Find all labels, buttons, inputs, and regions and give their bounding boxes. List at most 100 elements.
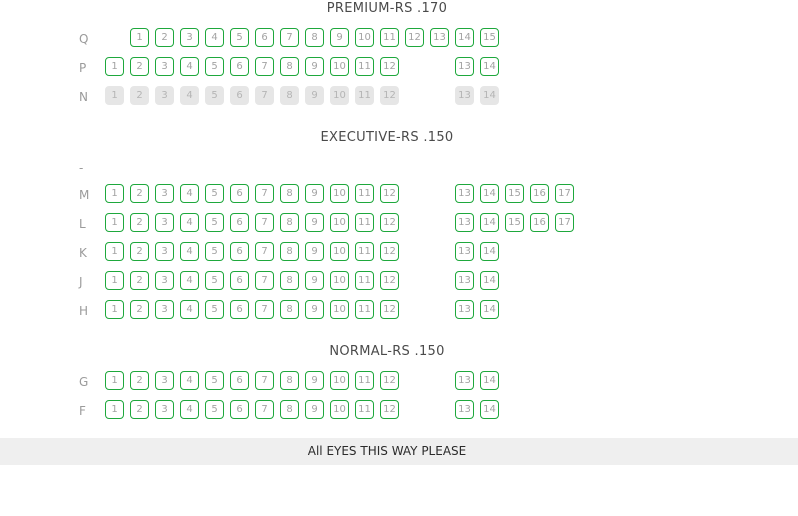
seat-p-7[interactable]: 7 <box>255 57 274 76</box>
seat-j-7[interactable]: 7 <box>255 271 274 290</box>
seat-l-13[interactable]: 13 <box>455 213 474 232</box>
seat-p-5[interactable]: 5 <box>205 57 224 76</box>
seat-h-13[interactable]: 13 <box>455 300 474 319</box>
seat-f-3[interactable]: 3 <box>155 400 174 419</box>
seat-q-5[interactable]: 5 <box>230 28 249 47</box>
seat-q-14[interactable]: 14 <box>455 28 474 47</box>
seat-k-4[interactable]: 4 <box>180 242 199 261</box>
seat-j-11[interactable]: 11 <box>355 271 374 290</box>
seat-m-17[interactable]: 17 <box>555 184 574 203</box>
seat-p-1[interactable]: 1 <box>105 57 124 76</box>
seat-f-2[interactable]: 2 <box>130 400 149 419</box>
seat-m-12[interactable]: 12 <box>380 184 399 203</box>
seat-m-2[interactable]: 2 <box>130 184 149 203</box>
seat-f-1[interactable]: 1 <box>105 400 124 419</box>
seat-j-3[interactable]: 3 <box>155 271 174 290</box>
seat-k-1[interactable]: 1 <box>105 242 124 261</box>
seat-f-14[interactable]: 14 <box>480 400 499 419</box>
seat-q-13[interactable]: 13 <box>430 28 449 47</box>
seat-l-11[interactable]: 11 <box>355 213 374 232</box>
seat-g-1[interactable]: 1 <box>105 371 124 390</box>
seat-q-6[interactable]: 6 <box>255 28 274 47</box>
seat-g-10[interactable]: 10 <box>330 371 349 390</box>
seat-g-11[interactable]: 11 <box>355 371 374 390</box>
seat-h-6[interactable]: 6 <box>230 300 249 319</box>
seat-h-10[interactable]: 10 <box>330 300 349 319</box>
seat-g-5[interactable]: 5 <box>205 371 224 390</box>
seat-k-9[interactable]: 9 <box>305 242 324 261</box>
seat-m-1[interactable]: 1 <box>105 184 124 203</box>
seat-g-9[interactable]: 9 <box>305 371 324 390</box>
seat-p-14[interactable]: 14 <box>480 57 499 76</box>
seat-k-2[interactable]: 2 <box>130 242 149 261</box>
seat-p-2[interactable]: 2 <box>130 57 149 76</box>
seat-j-9[interactable]: 9 <box>305 271 324 290</box>
seat-p-13[interactable]: 13 <box>455 57 474 76</box>
seat-g-3[interactable]: 3 <box>155 371 174 390</box>
seat-h-9[interactable]: 9 <box>305 300 324 319</box>
seat-m-9[interactable]: 9 <box>305 184 324 203</box>
seat-f-12[interactable]: 12 <box>380 400 399 419</box>
seat-k-12[interactable]: 12 <box>380 242 399 261</box>
seat-l-2[interactable]: 2 <box>130 213 149 232</box>
seat-f-5[interactable]: 5 <box>205 400 224 419</box>
seat-h-14[interactable]: 14 <box>480 300 499 319</box>
seat-f-6[interactable]: 6 <box>230 400 249 419</box>
seat-j-6[interactable]: 6 <box>230 271 249 290</box>
seat-g-7[interactable]: 7 <box>255 371 274 390</box>
seat-g-4[interactable]: 4 <box>180 371 199 390</box>
seat-h-2[interactable]: 2 <box>130 300 149 319</box>
seat-m-14[interactable]: 14 <box>480 184 499 203</box>
seat-g-12[interactable]: 12 <box>380 371 399 390</box>
seat-p-10[interactable]: 10 <box>330 57 349 76</box>
seat-q-11[interactable]: 11 <box>380 28 399 47</box>
seat-m-8[interactable]: 8 <box>280 184 299 203</box>
seat-h-11[interactable]: 11 <box>355 300 374 319</box>
seat-g-2[interactable]: 2 <box>130 371 149 390</box>
seat-l-7[interactable]: 7 <box>255 213 274 232</box>
seat-m-4[interactable]: 4 <box>180 184 199 203</box>
seat-g-13[interactable]: 13 <box>455 371 474 390</box>
seat-q-8[interactable]: 8 <box>305 28 324 47</box>
seat-m-13[interactable]: 13 <box>455 184 474 203</box>
seat-q-12[interactable]: 12 <box>405 28 424 47</box>
seat-p-3[interactable]: 3 <box>155 57 174 76</box>
seat-k-11[interactable]: 11 <box>355 242 374 261</box>
seat-l-3[interactable]: 3 <box>155 213 174 232</box>
seat-j-5[interactable]: 5 <box>205 271 224 290</box>
seat-h-3[interactable]: 3 <box>155 300 174 319</box>
seat-h-8[interactable]: 8 <box>280 300 299 319</box>
seat-k-14[interactable]: 14 <box>480 242 499 261</box>
seat-q-7[interactable]: 7 <box>280 28 299 47</box>
seat-l-10[interactable]: 10 <box>330 213 349 232</box>
seat-k-13[interactable]: 13 <box>455 242 474 261</box>
seat-j-8[interactable]: 8 <box>280 271 299 290</box>
seat-k-8[interactable]: 8 <box>280 242 299 261</box>
seat-m-15[interactable]: 15 <box>505 184 524 203</box>
seat-m-6[interactable]: 6 <box>230 184 249 203</box>
seat-k-6[interactable]: 6 <box>230 242 249 261</box>
seat-l-16[interactable]: 16 <box>530 213 549 232</box>
seat-q-15[interactable]: 15 <box>480 28 499 47</box>
seat-h-4[interactable]: 4 <box>180 300 199 319</box>
seat-m-7[interactable]: 7 <box>255 184 274 203</box>
seat-q-1[interactable]: 1 <box>130 28 149 47</box>
seat-q-2[interactable]: 2 <box>155 28 174 47</box>
seat-p-4[interactable]: 4 <box>180 57 199 76</box>
seat-l-8[interactable]: 8 <box>280 213 299 232</box>
seat-h-12[interactable]: 12 <box>380 300 399 319</box>
seat-l-15[interactable]: 15 <box>505 213 524 232</box>
seat-m-16[interactable]: 16 <box>530 184 549 203</box>
seat-m-5[interactable]: 5 <box>205 184 224 203</box>
seat-f-10[interactable]: 10 <box>330 400 349 419</box>
seat-l-14[interactable]: 14 <box>480 213 499 232</box>
seat-l-6[interactable]: 6 <box>230 213 249 232</box>
seat-m-10[interactable]: 10 <box>330 184 349 203</box>
seat-q-10[interactable]: 10 <box>355 28 374 47</box>
seat-p-6[interactable]: 6 <box>230 57 249 76</box>
seat-j-10[interactable]: 10 <box>330 271 349 290</box>
seat-j-14[interactable]: 14 <box>480 271 499 290</box>
seat-m-11[interactable]: 11 <box>355 184 374 203</box>
seat-j-1[interactable]: 1 <box>105 271 124 290</box>
seat-l-4[interactable]: 4 <box>180 213 199 232</box>
